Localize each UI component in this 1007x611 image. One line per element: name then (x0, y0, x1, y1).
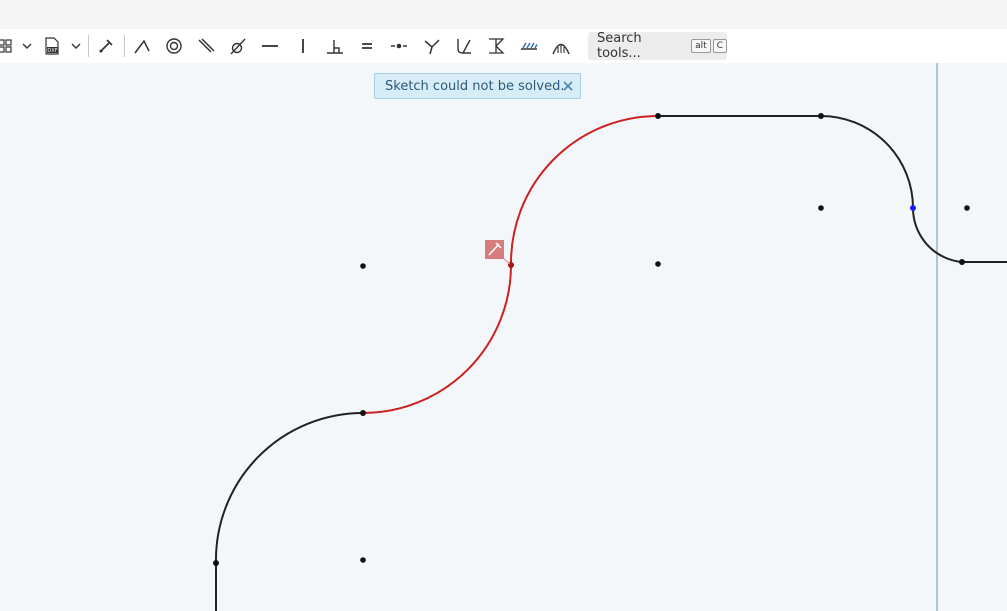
arc-center-point[interactable] (818, 205, 824, 211)
shortcut-alt-key: alt (691, 39, 711, 53)
conflict-arc[interactable] (362, 264, 512, 414)
arc-center-point[interactable] (360, 263, 366, 269)
sketch-toolbar: DXF (0, 29, 1007, 63)
arc-center-point[interactable] (360, 557, 366, 563)
midpoint-constraint-icon[interactable] (386, 29, 412, 63)
sketch-endpoint[interactable] (213, 560, 219, 566)
title-bar (0, 0, 1007, 29)
search-tools-label: Search tools... (597, 31, 642, 61)
search-tools-input[interactable]: Search tools... alt C (588, 31, 727, 61)
arc-center-point[interactable] (964, 205, 970, 211)
chevron-down-icon[interactable] (63, 29, 89, 63)
close-icon[interactable] (560, 77, 576, 95)
concentric-constraint-icon[interactable] (161, 29, 187, 63)
vertical-constraint-icon[interactable] (290, 29, 316, 63)
toolbar-separator (124, 35, 125, 57)
symmetric-constraint-icon[interactable] (483, 29, 509, 63)
conflict-arc[interactable] (509, 115, 659, 266)
sketch-arc[interactable] (820, 115, 914, 209)
pierce-constraint-icon[interactable] (451, 29, 477, 63)
toolbar-separator (88, 35, 89, 57)
sketch-canvas[interactable] (0, 63, 1007, 611)
fix-constraint-icon[interactable] (516, 29, 542, 63)
solver-error-notification: Sketch could not be solved. (374, 73, 581, 99)
selected-endpoint[interactable] (910, 205, 916, 211)
normal-constraint-icon[interactable] (419, 29, 445, 63)
perpendicular-constraint-icon[interactable] (322, 29, 348, 63)
tangent-constraint-icon[interactable] (225, 29, 251, 63)
sketch-endpoint[interactable] (818, 113, 824, 119)
constraint-error-icon[interactable] (485, 240, 511, 265)
curvature-constraint-icon[interactable] (548, 29, 574, 63)
arc-center-point[interactable] (655, 261, 661, 267)
import-dxf-icon[interactable]: DXF (39, 29, 65, 63)
dxf-label: DXF (47, 48, 57, 54)
notification-message: Sketch could not be solved. (385, 78, 565, 94)
parallel-constraint-icon[interactable] (193, 29, 219, 63)
construction-tool-icon[interactable] (93, 29, 119, 63)
shortcut-c-key: C (712, 39, 727, 53)
sketch-endpoint[interactable] (360, 410, 366, 416)
equal-constraint-icon[interactable] (354, 29, 380, 63)
sketch-arc[interactable] (214, 412, 364, 564)
chevron-down-icon[interactable] (14, 29, 40, 63)
horizontal-constraint-icon[interactable] (257, 29, 283, 63)
sketch-endpoint[interactable] (959, 259, 965, 265)
coincident-constraint-icon[interactable] (129, 29, 155, 63)
sketch-endpoint[interactable] (655, 113, 661, 119)
